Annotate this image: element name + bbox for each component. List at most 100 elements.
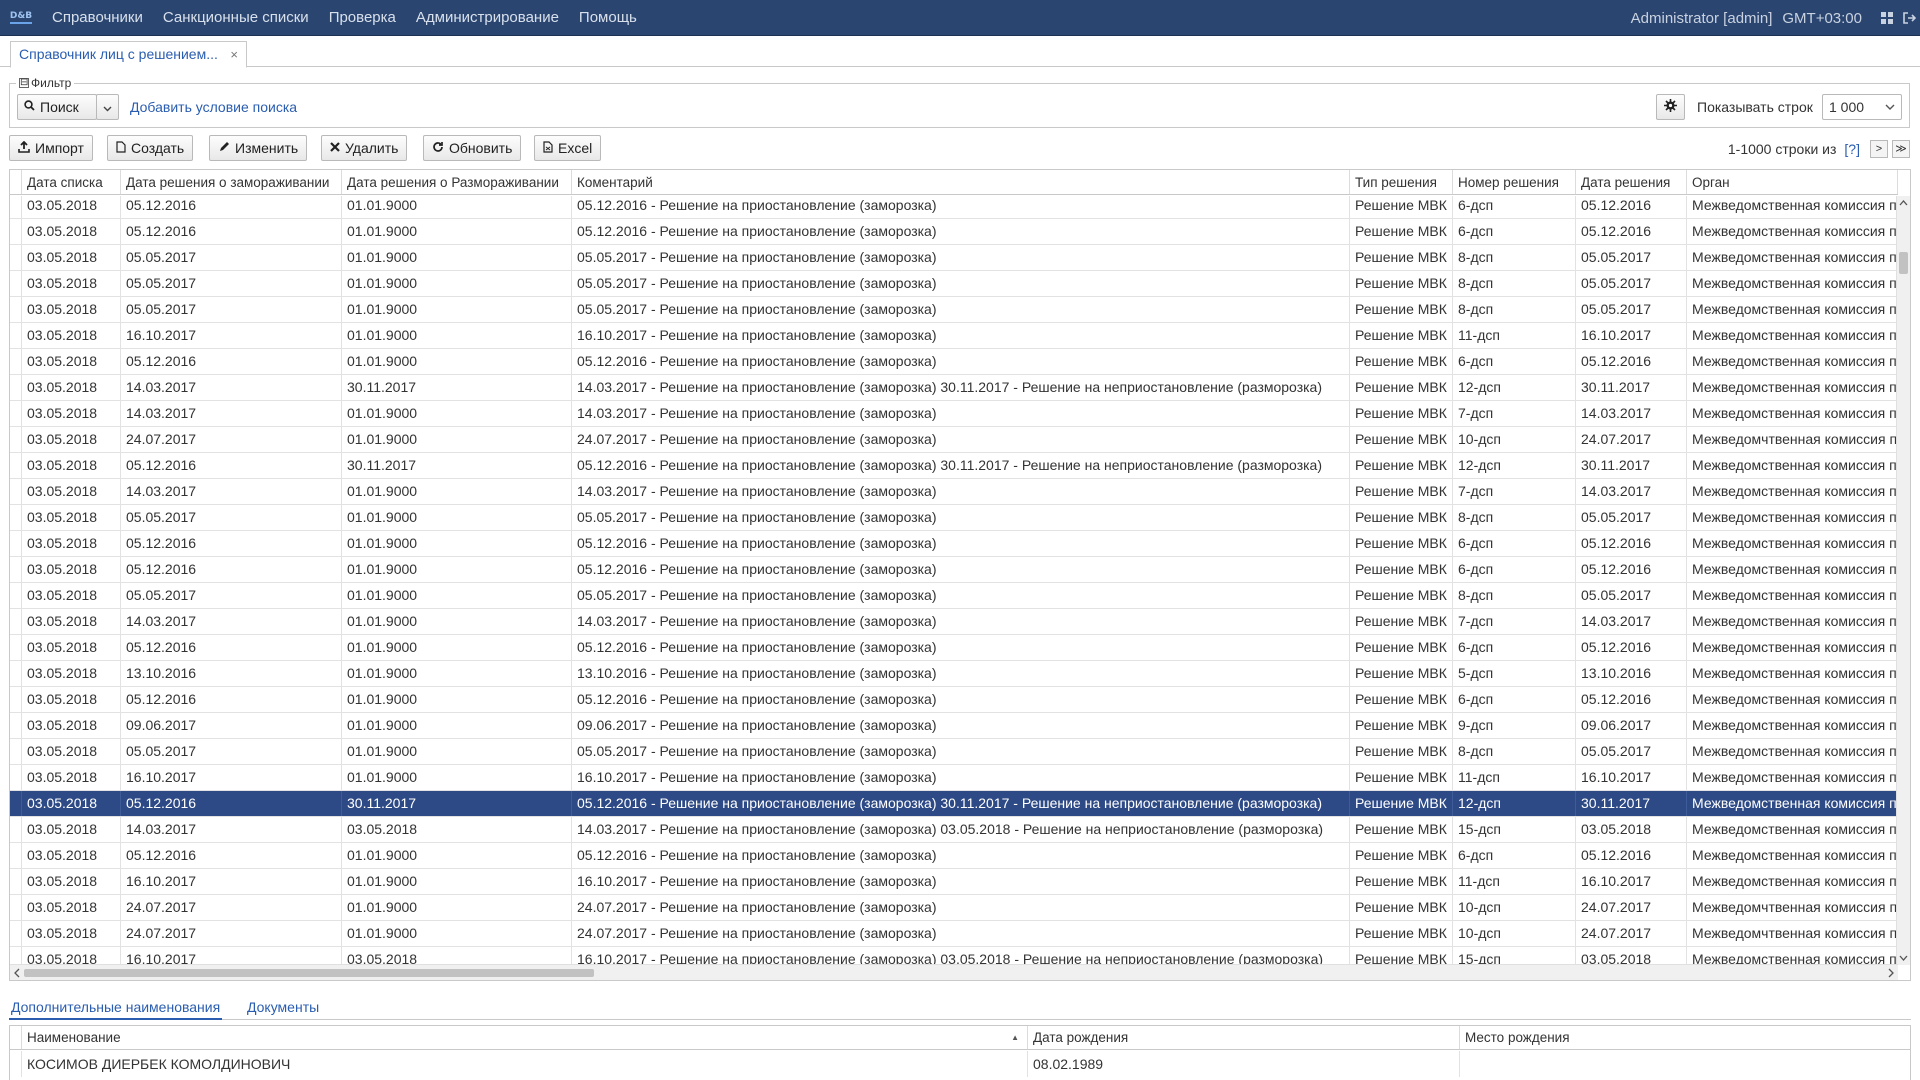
table-row[interactable]: 03.05.2018 05.05.2017 01.01.9000 05.05.2017…	[10, 271, 1898, 297]
delete-button[interactable]: Удалить	[321, 135, 408, 161]
scroll-up-icon[interactable]	[1897, 196, 1910, 210]
table-row[interactable]: 03.05.2018 05.05.2017 01.01.9000 05.05.2017…	[10, 505, 1898, 531]
table-row[interactable]: 03.05.2018 05.05.2017 01.01.9000 05.05.2017…	[10, 245, 1898, 271]
excel-export-button[interactable]: Excel	[534, 135, 602, 161]
tab-additional-names[interactable]: Дополнительные наименования	[9, 996, 223, 1020]
user-name[interactable]: Administrator [admin]	[1631, 10, 1783, 27]
cell-decision-number: 6-дсп	[1453, 196, 1576, 218]
app-logo[interactable]: D&B	[0, 0, 42, 36]
cell-comment: 05.05.2017 - Решение на приостановление …	[572, 505, 1350, 530]
filter-legend[interactable]: ⊟ Фильтр	[16, 76, 75, 90]
menu-item-check[interactable]: Проверка	[319, 0, 406, 36]
logout-icon[interactable]	[1898, 0, 1920, 36]
grid-menu-icon[interactable]	[1876, 0, 1898, 36]
column-header-birth-date[interactable]: Дата рождения	[1028, 1026, 1460, 1049]
next-page-button[interactable]: >	[1870, 140, 1888, 158]
cell-decision-type: Решение МВК	[1350, 765, 1453, 790]
cell-freeze-date: 09.06.2017	[121, 713, 342, 738]
table-row[interactable]: 03.05.2018 05.12.2016 01.01.9000 05.12.2016…	[10, 557, 1898, 583]
table-row[interactable]: 03.05.2018 05.12.2016 01.01.9000 05.12.2016…	[10, 196, 1898, 219]
table-row[interactable]: 03.05.2018 16.10.2017 01.01.9000 16.10.2017…	[10, 869, 1898, 895]
table-row[interactable]: 03.05.2018 16.10.2017 03.05.2018 16.10.2017…	[10, 947, 1898, 965]
menu-item-administration[interactable]: Администрирование	[406, 0, 569, 36]
table-row[interactable]: 03.05.2018 09.06.2017 01.01.9000 09.06.2017…	[10, 713, 1898, 739]
scroll-left-icon[interactable]	[10, 965, 24, 980]
cell-decision-type: Решение МВК	[1350, 219, 1453, 244]
search-options-dropdown[interactable]	[96, 94, 119, 120]
column-header-birth-place[interactable]: Место рождения	[1460, 1026, 1912, 1049]
edit-button[interactable]: Изменить	[209, 135, 308, 161]
tab-close-icon[interactable]: ×	[230, 42, 238, 67]
chevron-down-icon	[1885, 95, 1895, 129]
table-row[interactable]: 03.05.2018 14.03.2017 01.01.9000 14.03.2017…	[10, 609, 1898, 635]
table-row[interactable]: 03.05.2018 14.03.2017 03.05.2018 14.03.2017…	[10, 817, 1898, 843]
table-row[interactable]: 03.05.2018 24.07.2017 01.01.9000 24.07.2017…	[10, 427, 1898, 453]
last-page-button[interactable]: ≫	[1892, 140, 1910, 158]
table-row[interactable]: 03.05.2018 05.05.2017 01.01.9000 05.05.2017…	[10, 583, 1898, 609]
cell-freeze-date: 05.05.2017	[121, 583, 342, 608]
cell-decision-type: Решение МВК	[1350, 557, 1453, 582]
column-header-unfreeze-date[interactable]: Дата решения о Размораживании	[342, 170, 572, 194]
create-button[interactable]: Создать	[107, 135, 194, 161]
row-indicator	[10, 297, 22, 322]
subgrid-row[interactable]: КОСИМОВ ДИЕРБЕК КОМОЛДИНОВИЧ 08.02.1989	[10, 1051, 1910, 1077]
add-search-condition-link[interactable]: Добавить условие поиска	[130, 99, 297, 115]
cell-unfreeze-date: 01.01.9000	[342, 687, 572, 712]
collapse-icon[interactable]: ⊟	[19, 78, 29, 88]
table-row[interactable]: 03.05.2018 14.03.2017 01.01.9000 14.03.2017…	[10, 401, 1898, 427]
cell-unfreeze-date: 01.01.9000	[342, 609, 572, 634]
table-row[interactable]: 03.05.2018 24.07.2017 01.01.9000 24.07.2017…	[10, 895, 1898, 921]
tab-documents[interactable]: Документы	[245, 996, 321, 1020]
row-indicator	[10, 453, 22, 478]
refresh-button[interactable]: Обновить	[423, 135, 522, 161]
cell-comment: 24.07.2017 - Решение на приостановление …	[572, 895, 1350, 920]
table-row[interactable]: 03.05.2018 05.12.2016 01.01.9000 05.12.2016…	[10, 219, 1898, 245]
table-row[interactable]: 03.05.2018 05.12.2016 01.01.9000 05.12.2016…	[10, 687, 1898, 713]
table-row[interactable]: 03.05.2018 05.12.2016 30.11.2017 05.12.2016…	[10, 453, 1898, 479]
menu-item-help[interactable]: Помощь	[569, 0, 647, 36]
table-row[interactable]: 03.05.2018 14.03.2017 30.11.2017 14.03.2017…	[10, 375, 1898, 401]
vertical-scroll-thumb[interactable]	[1899, 252, 1908, 274]
table-row[interactable]: 03.05.2018 05.12.2016 01.01.9000 05.12.2016…	[10, 349, 1898, 375]
column-header-decision-number[interactable]: Номер решения	[1453, 170, 1576, 194]
cell-decision-number: 6-дсп	[1453, 349, 1576, 374]
column-header-name[interactable]: Наименование ▲	[22, 1026, 1028, 1049]
column-header-authority[interactable]: Орган	[1687, 170, 1898, 194]
menu-item-references[interactable]: Справочники	[42, 0, 153, 36]
scroll-down-icon[interactable]	[1897, 951, 1910, 965]
column-header-list-date[interactable]: Дата списка	[22, 170, 121, 194]
column-header-comment[interactable]: Коментарий	[572, 170, 1350, 194]
rows-per-page-select[interactable]: 1 000	[1822, 94, 1902, 120]
table-row[interactable]: 03.05.2018 14.03.2017 01.01.9000 14.03.2017…	[10, 479, 1898, 505]
table-row[interactable]: 03.05.2018 24.07.2017 01.01.9000 24.07.2017…	[10, 921, 1898, 947]
table-row[interactable]: 03.05.2018 05.12.2016 01.01.9000 05.12.2016…	[10, 531, 1898, 557]
table-row[interactable]: 03.05.2018 05.12.2016 01.01.9000 05.12.2016…	[10, 843, 1898, 869]
detail-tabs: Дополнительные наименования Документы	[9, 996, 1911, 1020]
table-row-selected[interactable]: 03.05.2018 05.12.2016 30.11.2017 05.12.2016…	[10, 791, 1898, 817]
import-button[interactable]: Импорт	[9, 135, 93, 161]
column-header-decision-type[interactable]: Тип решения	[1350, 170, 1453, 194]
search-button[interactable]: Поиск	[17, 94, 97, 120]
table-row[interactable]: 03.05.2018 05.05.2017 01.01.9000 05.05.2017…	[10, 739, 1898, 765]
table-row[interactable]: 03.05.2018 05.05.2017 01.01.9000 05.05.2017…	[10, 297, 1898, 323]
column-header-decision-date[interactable]: Дата решения	[1576, 170, 1687, 194]
table-row[interactable]: 03.05.2018 13.10.2016 01.01.9000 13.10.2016…	[10, 661, 1898, 687]
settings-button[interactable]	[1656, 94, 1685, 120]
tab-persons-with-decision[interactable]: Справочник лиц с решением... ×	[10, 41, 247, 68]
cell-comment: 16.10.2017 - Решение на приостановление …	[572, 869, 1350, 894]
total-count-help-link[interactable]: [?]	[1844, 141, 1860, 157]
scroll-right-icon[interactable]	[1884, 965, 1898, 980]
table-row[interactable]: 03.05.2018 16.10.2017 01.01.9000 16.10.2017…	[10, 765, 1898, 791]
row-indicator	[10, 635, 22, 660]
horizontal-scroll-thumb[interactable]	[24, 969, 594, 977]
horizontal-scrollbar[interactable]	[10, 964, 1898, 980]
vertical-scrollbar[interactable]	[1896, 196, 1910, 965]
cell-unfreeze-date: 01.01.9000	[342, 583, 572, 608]
table-row[interactable]: 03.05.2018 16.10.2017 01.01.9000 16.10.2017…	[10, 323, 1898, 349]
row-indicator	[10, 817, 22, 842]
cell-unfreeze-date: 30.11.2017	[342, 453, 572, 478]
table-row[interactable]: 03.05.2018 05.12.2016 01.01.9000 05.12.2016…	[10, 635, 1898, 661]
cell-unfreeze-date: 01.01.9000	[342, 739, 572, 764]
menu-item-sanction-lists[interactable]: Санкционные списки	[153, 0, 319, 36]
column-header-freeze-date[interactable]: Дата решения о замораживании	[121, 170, 342, 194]
